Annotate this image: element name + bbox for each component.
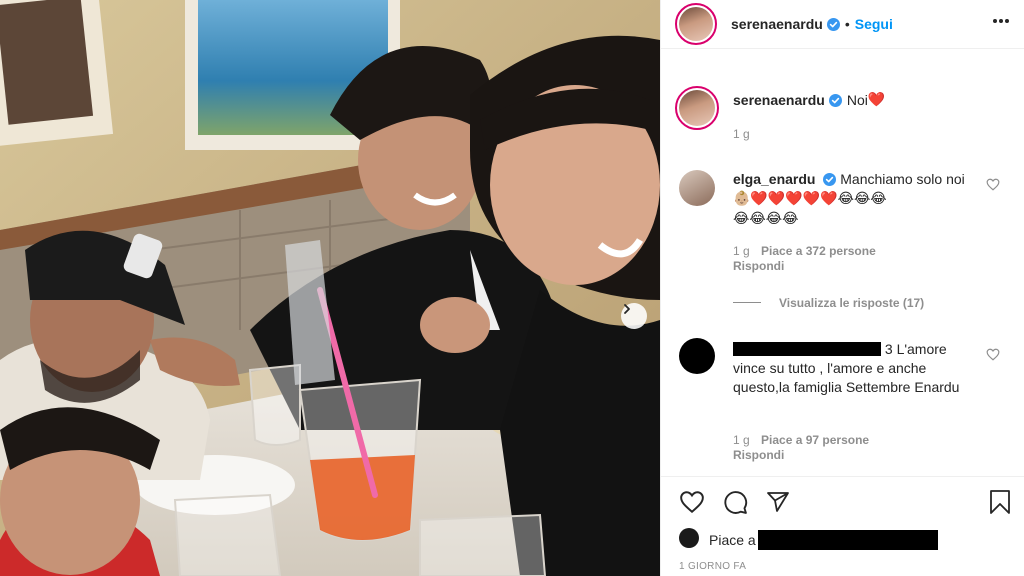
- likes-prefix: Piace a: [709, 532, 756, 548]
- redacted-username: [733, 342, 881, 356]
- likes-summary[interactable]: Piace a: [709, 530, 938, 550]
- comment-text: vince su tutto , l'amore e anche questo,…: [733, 360, 960, 395]
- verified-icon: [823, 173, 837, 186]
- comment-text: Manchiamo solo noi: [840, 171, 965, 187]
- bookmark-icon[interactable]: [989, 489, 1011, 515]
- verified-icon: [826, 17, 840, 31]
- comment-emojis: 😂😂😂😂: [733, 211, 799, 227]
- heart-icon[interactable]: [679, 490, 705, 514]
- post-photo[interactable]: [0, 0, 660, 576]
- comment-meta: 1 g Piace a 97 persone: [733, 433, 869, 447]
- caption-age: 1 g: [733, 127, 750, 141]
- share-icon[interactable]: [766, 490, 790, 514]
- chevron-right-icon: [624, 304, 630, 314]
- comment-likes[interactable]: Piace a 372 persone: [761, 244, 876, 258]
- post-side-panel: serenaenardu • Segui serenaenardu Noi ❤️…: [660, 0, 1024, 576]
- replies-line: [733, 302, 761, 303]
- header-divider: [661, 48, 1024, 49]
- caption-avatar[interactable]: [675, 86, 719, 130]
- author-username[interactable]: serenaenardu: [731, 16, 823, 32]
- comment-meta: 1 g Piace a 372 persone: [733, 244, 876, 258]
- comment-body: 3 L'amore vince su tutto , l'amore e anc…: [733, 340, 983, 397]
- more-icon[interactable]: [992, 18, 1010, 24]
- post-header: serenaenardu • Segui: [731, 8, 893, 40]
- comment-username[interactable]: elga_enardu: [733, 171, 815, 187]
- follow-button[interactable]: Segui: [855, 16, 893, 32]
- comment-body: elga_enardu Manchiamo solo noi 👶🏼❤️❤️❤️❤…: [733, 170, 983, 229]
- caption-username[interactable]: serenaenardu: [733, 92, 825, 108]
- comment-age: 1 g: [733, 244, 750, 258]
- comment-likes[interactable]: Piace a 97 persone: [761, 433, 869, 447]
- photo-illustration: [0, 0, 660, 576]
- comment-avatar[interactable]: [679, 170, 715, 206]
- comment-text: 3 L'amore: [884, 341, 947, 357]
- actions-divider: [661, 476, 1024, 477]
- header-separator: •: [844, 16, 850, 32]
- comment-emojis: 👶🏼❤️❤️❤️❤️❤️😂😂😂: [733, 191, 887, 207]
- post-timestamp[interactable]: 1 GIORNO FA: [679, 561, 746, 572]
- view-replies-button[interactable]: Visualizza le risposte (17): [779, 296, 924, 310]
- heart-icon[interactable]: [986, 178, 1000, 191]
- author-avatar[interactable]: [675, 3, 717, 45]
- redacted-likers: [757, 530, 938, 550]
- carousel-next-button[interactable]: [621, 303, 647, 329]
- verified-icon: [828, 93, 842, 107]
- caption: serenaenardu Noi ❤️: [733, 92, 885, 108]
- comment-age: 1 g: [733, 433, 750, 447]
- reply-button[interactable]: Rispondi: [733, 259, 784, 273]
- comment-icon[interactable]: [723, 490, 748, 515]
- heart-icon[interactable]: [986, 348, 1000, 361]
- comment-avatar[interactable]: [679, 338, 715, 374]
- caption-text: Noi: [846, 92, 868, 108]
- liker-avatar[interactable]: [679, 528, 699, 548]
- reply-button[interactable]: Rispondi: [733, 448, 784, 462]
- caption-heart-emoji: ❤️: [867, 92, 886, 108]
